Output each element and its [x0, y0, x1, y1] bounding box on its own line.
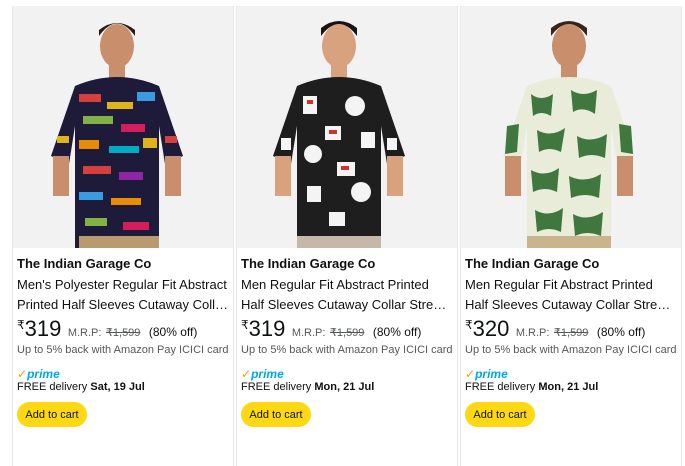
product-brand[interactable]: The Indian Garage Co	[241, 256, 375, 271]
cashback-offer: Up to 5% back with Amazon Pay ICICI card	[465, 344, 677, 356]
product-brand[interactable]: The Indian Garage Co	[17, 256, 151, 271]
price: 319	[24, 316, 62, 341]
add-to-cart-button[interactable]: Add to cart	[241, 402, 311, 427]
prime-label: prime	[475, 367, 508, 381]
product-photo-shirt-black-print	[237, 6, 457, 248]
mrp-label: M.R.P:	[515, 327, 550, 339]
delivery-prefix: FREE delivery	[465, 381, 536, 393]
delivery-date: Mon, 21 Jul	[538, 381, 599, 393]
price: 319	[248, 316, 286, 341]
discount-label: (80% off)	[372, 325, 422, 339]
mrp-value: ₹1,599	[553, 327, 589, 339]
delivery-date: Mon, 21 Jul	[314, 381, 375, 393]
product-card[interactable]: The Indian Garage Co Men Regular Fit Abs…	[460, 6, 682, 466]
prime-check-icon: ✓	[17, 367, 28, 381]
product-photo-shirt-green-tiedye	[461, 6, 681, 248]
product-image[interactable]	[237, 6, 457, 248]
product-title[interactable]: Men Regular Fit Abstract Printed Half Sl…	[465, 275, 677, 315]
product-image[interactable]	[13, 6, 233, 248]
mrp-value: ₹1,599	[105, 327, 141, 339]
mrp-label: M.R.P:	[291, 327, 326, 339]
price-row: ₹320 M.R.P: ₹1,599 (80% off)	[465, 316, 645, 342]
prime-badge: ✓prime	[465, 365, 508, 381]
currency-symbol: ₹	[17, 318, 25, 332]
product-brand[interactable]: The Indian Garage Co	[465, 256, 599, 271]
prime-label: prime	[251, 367, 284, 381]
product-photo-shirt-multicolor	[13, 6, 233, 248]
delivery-info: FREE delivery Sat, 19 Jul	[17, 381, 145, 393]
currency-symbol: ₹	[241, 318, 249, 332]
currency-symbol: ₹	[465, 318, 473, 332]
product-card[interactable]: The Indian Garage Co Men's Polyester Reg…	[12, 6, 234, 466]
product-image[interactable]	[461, 6, 681, 248]
add-to-cart-button[interactable]: Add to cart	[465, 402, 535, 427]
price: 320	[472, 316, 510, 341]
product-title[interactable]: Men Regular Fit Abstract Printed Half Sl…	[241, 275, 453, 315]
cashback-offer: Up to 5% back with Amazon Pay ICICI card	[241, 344, 453, 356]
delivery-info: FREE delivery Mon, 21 Jul	[241, 381, 374, 393]
prime-check-icon: ✓	[241, 367, 252, 381]
prime-label: prime	[27, 367, 60, 381]
delivery-prefix: FREE delivery	[17, 381, 88, 393]
prime-badge: ✓prime	[241, 365, 284, 381]
price-row: ₹319 M.R.P: ₹1,599 (80% off)	[17, 316, 197, 342]
delivery-date: Sat, 19 Jul	[90, 381, 145, 393]
prime-check-icon: ✓	[465, 367, 476, 381]
add-to-cart-button[interactable]: Add to cart	[17, 402, 87, 427]
discount-label: (80% off)	[596, 325, 646, 339]
discount-label: (80% off)	[148, 325, 198, 339]
mrp-value: ₹1,599	[329, 327, 365, 339]
delivery-prefix: FREE delivery	[241, 381, 312, 393]
product-title[interactable]: Men's Polyester Regular Fit Abstract Pri…	[17, 275, 229, 315]
cashback-offer: Up to 5% back with Amazon Pay ICICI card	[17, 344, 229, 356]
mrp-label: M.R.P:	[67, 327, 102, 339]
prime-badge: ✓prime	[17, 365, 60, 381]
product-card[interactable]: The Indian Garage Co Men Regular Fit Abs…	[236, 6, 458, 466]
price-row: ₹319 M.R.P: ₹1,599 (80% off)	[241, 316, 421, 342]
delivery-info: FREE delivery Mon, 21 Jul	[465, 381, 598, 393]
